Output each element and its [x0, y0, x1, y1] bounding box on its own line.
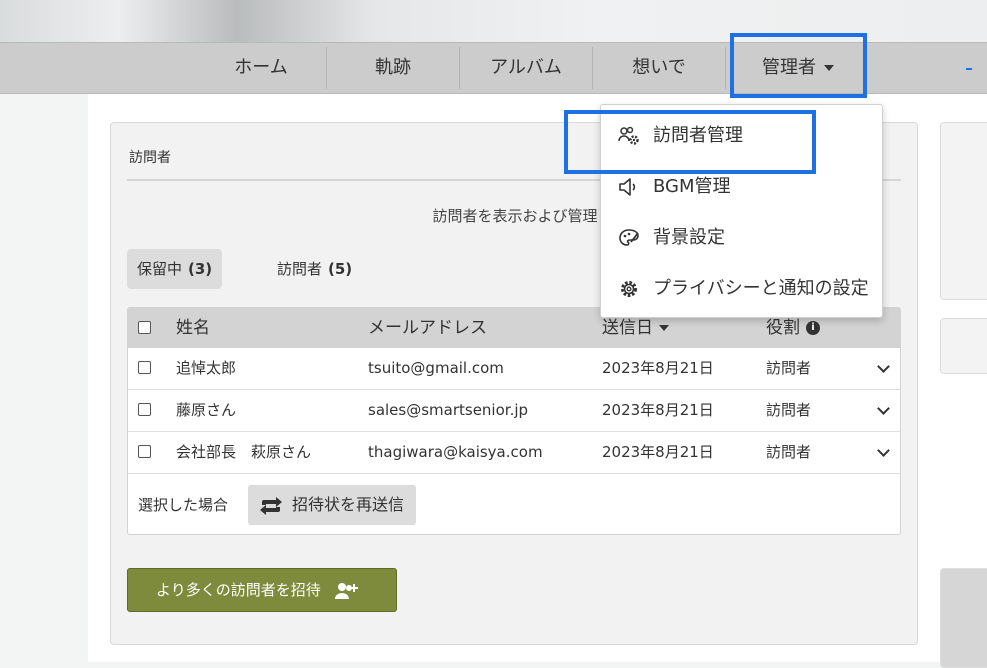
menu-item-visitor-management[interactable]: 訪問者管理 — [601, 111, 884, 161]
admin-dropdown-menu: 訪問者管理 BGM管理 背景設定 プライバシーと通知の設定 — [600, 104, 883, 318]
add-users-icon — [335, 582, 359, 599]
sidebar-card — [940, 122, 987, 300]
header-email: メールアドレス — [368, 318, 487, 338]
nav-admin-label: 管理者 — [762, 57, 816, 78]
panel-title: 訪問者 — [129, 150, 171, 166]
header-sent-date-label: 送信日 — [602, 318, 653, 338]
chevron-down-icon[interactable] — [877, 402, 890, 415]
chevron-down-icon[interactable] — [877, 360, 890, 373]
tab-pending-count: (3) — [188, 260, 213, 278]
nav-history-label: 軌跡 — [375, 57, 411, 78]
palette-icon — [619, 229, 639, 246]
nav-memories[interactable]: 想いで — [593, 43, 725, 95]
nav-separator — [725, 47, 726, 89]
tab-visitors-label: 訪問者 — [277, 260, 323, 278]
chevron-down-icon[interactable] — [877, 444, 890, 457]
row-email: thagiwara@kaisya.com — [368, 443, 543, 461]
table-row: 追悼太郎 tsuito@gmail.com 2023年8月21日 訪問者 — [128, 348, 900, 390]
caret-down-icon — [824, 65, 834, 71]
nav-overflow-marker[interactable] — [966, 68, 972, 70]
row-name: 藤原さん — [176, 401, 237, 419]
gear-icon — [621, 281, 637, 297]
row-checkbox[interactable] — [138, 403, 151, 416]
menu-item-bgm-management[interactable]: BGM管理 — [601, 162, 884, 212]
repeat-icon — [260, 496, 282, 515]
row-sent-date: 2023年8月21日 — [602, 359, 714, 377]
row-name: 会社部長 萩原さん — [176, 443, 312, 461]
sidebar-card — [940, 318, 987, 374]
tab-pending-label: 保留中 — [137, 260, 183, 278]
menu-item-label: 背景設定 — [653, 227, 725, 248]
tab-visitors-count: (5) — [328, 260, 353, 278]
menu-item-privacy-notification-settings[interactable]: プライバシーと通知の設定 — [601, 264, 884, 314]
nav-memories-label: 想いで — [632, 57, 686, 78]
nav-history[interactable]: 軌跡 — [327, 43, 459, 95]
resend-invite-button[interactable]: 招待状を再送信 — [248, 485, 417, 525]
row-sent-date: 2023年8月21日 — [602, 443, 714, 461]
row-role: 訪問者 — [766, 443, 812, 461]
row-name: 追悼太郎 — [176, 359, 237, 377]
row-email: sales@smartsenior.jp — [368, 401, 529, 419]
header-banner — [0, 0, 987, 42]
row-role: 訪問者 — [766, 401, 812, 419]
row-role: 訪問者 — [766, 359, 812, 377]
invite-more-visitors-label: より多くの訪問者を招待 — [156, 581, 321, 599]
bulk-actions-label: 選択した場合 — [138, 496, 229, 514]
bulk-actions: 選択した場合 招待状を再送信 — [128, 474, 900, 534]
nav-admin-dropdown[interactable]: 管理者 — [733, 43, 863, 95]
nav-album-label: アルバム — [490, 57, 562, 78]
sidebar-card — [940, 568, 987, 668]
visitors-table: 姓名 メールアドレス 送信日 役割 i 追悼太郎 tsuito@gmail.com… — [127, 307, 901, 535]
nav-home-label: ホーム — [234, 57, 288, 78]
menu-item-label: プライバシーと通知の設定 — [653, 278, 869, 299]
menu-item-background-settings[interactable]: 背景設定 — [601, 213, 884, 263]
menu-item-label: 訪問者管理 — [653, 125, 743, 146]
select-all-checkbox[interactable] — [138, 321, 151, 334]
row-email: tsuito@gmail.com — [368, 359, 504, 377]
header-name: 姓名 — [176, 318, 210, 338]
main-navbar: ホーム 軌跡 アルバム 想いで 管理者 — [0, 42, 987, 94]
info-icon[interactable]: i — [806, 321, 820, 335]
row-checkbox[interactable] — [138, 361, 151, 374]
tab-pending[interactable]: 保留中 (3) — [127, 249, 223, 289]
row-checkbox[interactable] — [138, 445, 151, 458]
header-role-label: 役割 — [766, 318, 800, 338]
sort-down-icon — [659, 325, 669, 331]
row-sent-date: 2023年8月21日 — [602, 401, 714, 419]
users-gear-icon — [618, 126, 639, 145]
nav-home[interactable]: ホーム — [196, 43, 326, 95]
menu-item-label: BGM管理 — [653, 176, 731, 197]
nav-album[interactable]: アルバム — [460, 43, 592, 95]
table-row: 藤原さん sales@smartsenior.jp 2023年8月21日 訪問者 — [128, 390, 900, 432]
table-row: 会社部長 萩原さん thagiwara@kaisya.com 2023年8月21… — [128, 432, 900, 474]
resend-invite-label: 招待状を再送信 — [292, 495, 405, 514]
tab-visitors[interactable]: 訪問者 (5) — [267, 249, 362, 289]
invite-more-visitors-button[interactable]: より多くの訪問者を招待 — [127, 568, 397, 612]
speaker-icon — [619, 178, 636, 196]
